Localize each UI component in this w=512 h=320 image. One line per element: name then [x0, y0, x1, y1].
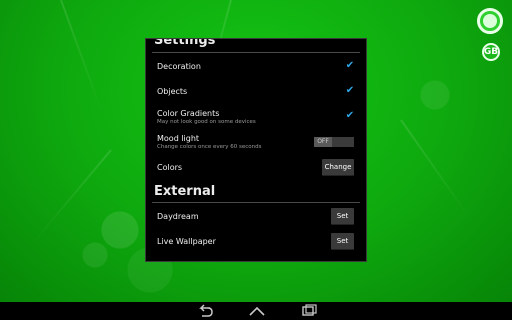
light-ray	[33, 149, 112, 243]
wallpaper-main-button[interactable]	[477, 8, 503, 34]
navigation-bar	[0, 302, 512, 320]
checkbox-checked-icon[interactable]: ✔	[345, 86, 355, 96]
change-colors-button[interactable]: Change	[322, 159, 354, 176]
color-gradients-subtitle: May not look good on some devices	[157, 119, 256, 125]
section-divider	[152, 52, 360, 53]
wallpaper-settings-label: GB	[483, 47, 499, 57]
settings-section-title: Settings	[154, 38, 216, 48]
objects-label: Objects	[157, 87, 188, 96]
external-section-title: External	[154, 184, 216, 199]
recents-icon[interactable]	[300, 304, 318, 318]
color-gradients-label: Color Gradients	[157, 109, 220, 118]
settings-dialog: Settings Decoration ✔ Objects ✔ Color Gr…	[145, 38, 367, 262]
light-ray	[400, 119, 471, 219]
checkbox-checked-icon[interactable]: ✔	[345, 111, 355, 121]
checkbox-checked-icon[interactable]: ✔	[345, 61, 355, 71]
mood-light-toggle[interactable]: OFF	[314, 137, 354, 147]
daydream-label: Daydream	[157, 212, 199, 221]
circle-icon	[483, 14, 497, 28]
live-wallpaper-label: Live Wallpaper	[157, 237, 216, 246]
decoration-label: Decoration	[157, 62, 201, 71]
wallpaper-settings-button[interactable]: GB	[482, 43, 500, 61]
mood-light-subtitle: Change colors once every 60 seconds	[157, 144, 262, 150]
toggle-state: OFF	[314, 137, 332, 147]
colors-label: Colors	[157, 163, 183, 172]
home-icon[interactable]	[248, 304, 266, 318]
section-divider	[152, 202, 360, 203]
back-icon[interactable]	[196, 304, 214, 318]
mood-light-label: Mood light	[157, 134, 200, 143]
light-ray	[60, 0, 103, 114]
set-live-wallpaper-button[interactable]: Set	[331, 233, 354, 250]
set-daydream-button[interactable]: Set	[331, 208, 354, 225]
